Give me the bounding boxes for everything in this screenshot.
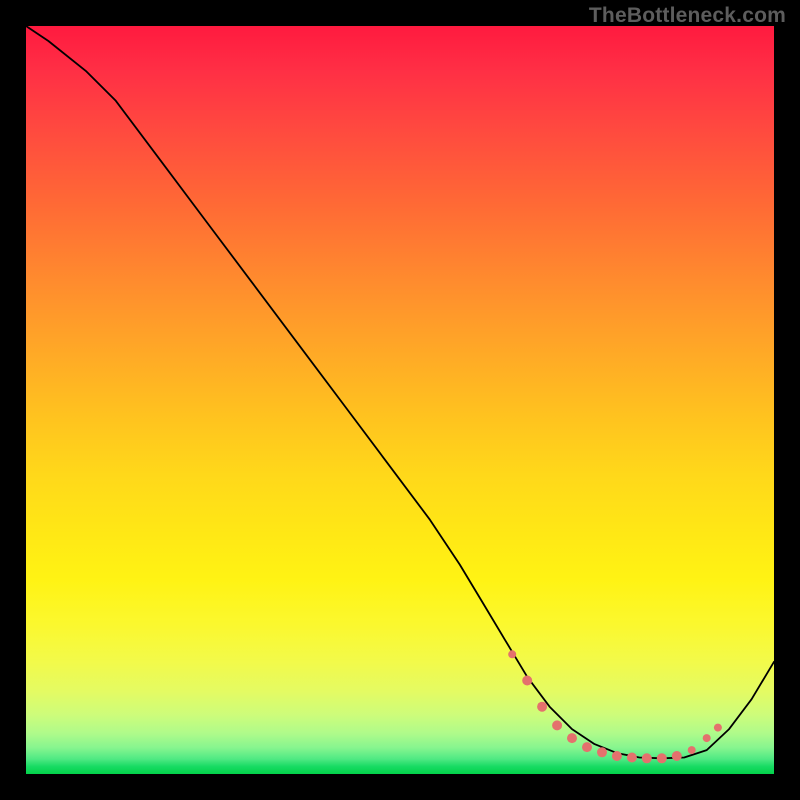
- curve-svg: [26, 26, 774, 774]
- highlight-marker: [627, 753, 637, 763]
- highlight-marker: [612, 751, 622, 761]
- highlight-marker: [672, 751, 682, 761]
- marker-group: [508, 650, 722, 763]
- highlight-marker: [642, 753, 652, 763]
- watermark-text: TheBottleneck.com: [589, 4, 786, 28]
- highlight-marker: [537, 702, 547, 712]
- highlight-marker: [552, 720, 562, 730]
- highlight-marker: [567, 733, 577, 743]
- highlight-marker: [688, 746, 696, 754]
- chart-frame: TheBottleneck.com: [0, 0, 800, 800]
- highlight-marker: [714, 724, 722, 732]
- highlight-marker: [522, 676, 532, 686]
- bottleneck-curve: [26, 26, 774, 758]
- plot-area: [26, 26, 774, 774]
- highlight-marker: [657, 753, 667, 763]
- highlight-marker: [703, 734, 711, 742]
- highlight-marker: [508, 650, 516, 658]
- highlight-marker: [582, 742, 592, 752]
- highlight-marker: [597, 747, 607, 757]
